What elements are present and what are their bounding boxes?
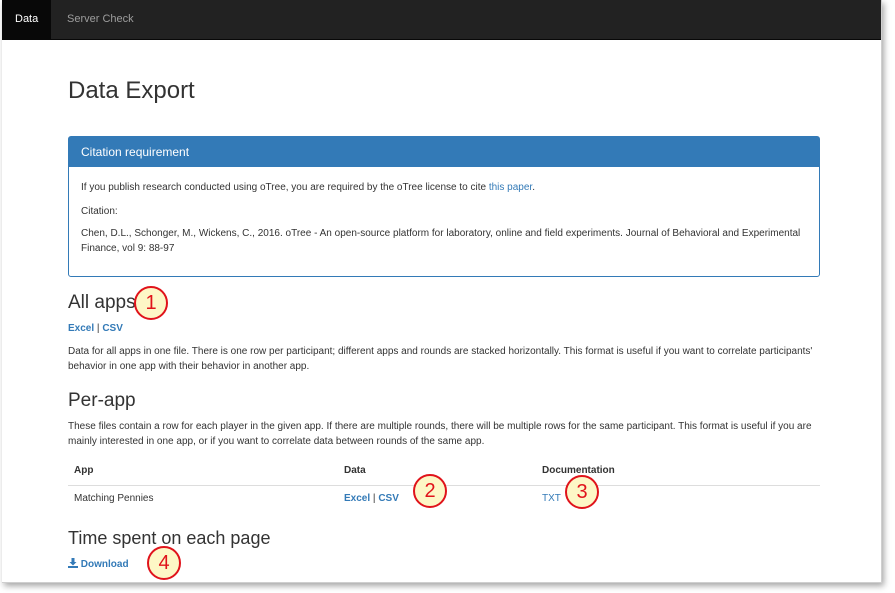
link-separator: | bbox=[96, 323, 100, 334]
all-apps-links: Excel | CSV bbox=[68, 323, 123, 334]
callout-marker-4: 4 bbox=[147, 546, 181, 580]
per-app-heading: Per-app bbox=[68, 390, 136, 411]
table-cell-documentation: TXT bbox=[542, 493, 561, 504]
per-app-excel-link[interactable]: Excel bbox=[344, 493, 370, 504]
citation-panel-heading: Citation requirement bbox=[69, 137, 819, 167]
top-navbar: Data Server Check bbox=[2, 0, 881, 40]
page-title: Data Export bbox=[68, 77, 195, 104]
callout-marker-2: 2 bbox=[413, 474, 447, 508]
callout-marker-1: 1 bbox=[134, 286, 168, 320]
all-apps-heading: All apps bbox=[68, 292, 136, 313]
download-label: Download bbox=[80, 559, 129, 570]
time-spent-download: Download bbox=[68, 558, 129, 570]
citation-text-before: If you publish research conducted using … bbox=[81, 182, 489, 193]
tab-server-check[interactable]: Server Check bbox=[54, 0, 147, 39]
all-apps-excel-link[interactable]: Excel bbox=[68, 323, 94, 334]
column-header-app: App bbox=[74, 465, 94, 476]
documentation-txt-link[interactable]: TXT bbox=[542, 493, 561, 504]
per-app-description: These files contain a row for each playe… bbox=[68, 421, 812, 447]
per-app-csv-link[interactable]: CSV bbox=[378, 493, 399, 504]
table-cell-app: Matching Pennies bbox=[74, 493, 154, 504]
tab-data[interactable]: Data bbox=[2, 0, 52, 39]
all-apps-description: Data for all apps in one file. There is … bbox=[68, 346, 813, 372]
download-icon bbox=[68, 558, 78, 568]
link-separator: | bbox=[372, 493, 376, 504]
callout-marker-3: 3 bbox=[565, 475, 599, 509]
citation-reference: Chen, D.L., Schonger, M., Wickens, C., 2… bbox=[81, 228, 801, 254]
table-cell-data: Excel | CSV bbox=[344, 493, 399, 504]
column-header-data: Data bbox=[344, 465, 366, 476]
download-link[interactable]: Download bbox=[68, 558, 129, 570]
citation-label: Citation: bbox=[81, 206, 118, 217]
browser-frame: Data Server Check Data Export Citation r… bbox=[2, 0, 882, 583]
this-paper-link[interactable]: this paper bbox=[489, 182, 532, 193]
all-apps-csv-link[interactable]: CSV bbox=[102, 323, 123, 334]
citation-text-after: . bbox=[532, 182, 535, 193]
citation-notice: If you publish research conducted using … bbox=[81, 180, 535, 195]
citation-panel: Citation requirement If you publish rese… bbox=[68, 136, 820, 277]
